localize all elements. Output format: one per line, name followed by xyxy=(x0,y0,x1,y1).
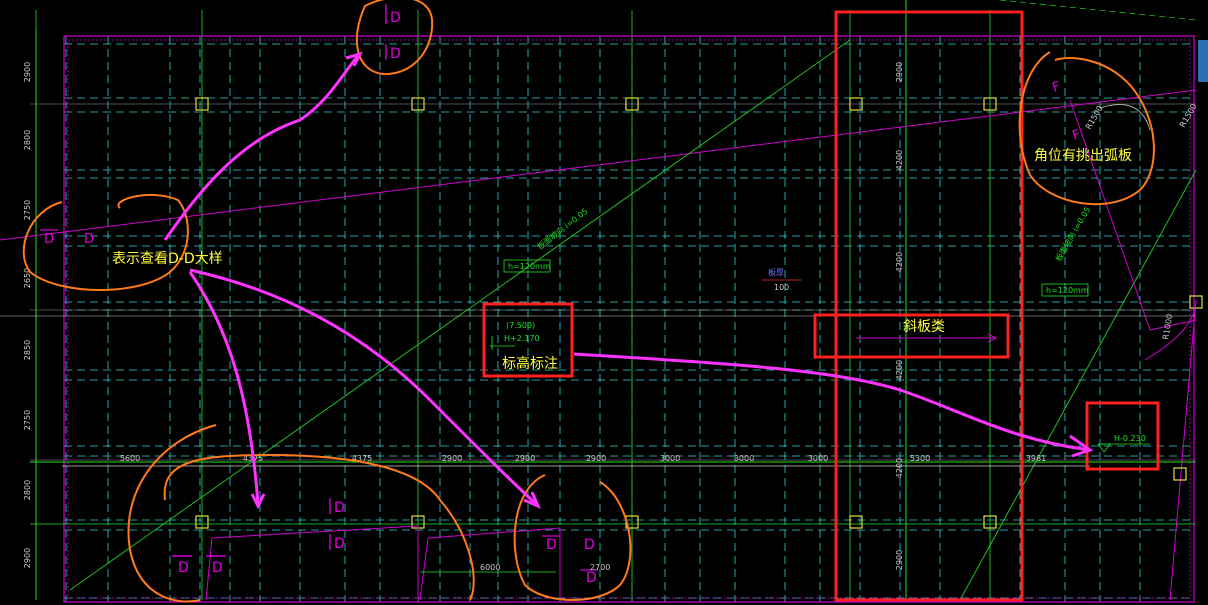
annotation-slope-slab: 斜板类 xyxy=(903,319,945,335)
section-mark: D xyxy=(44,232,54,247)
bottom-dimension-text: 3981 xyxy=(1026,454,1046,463)
elevation-line-2: H+2.170 xyxy=(504,334,540,343)
thickness-label: h=120mm xyxy=(508,262,551,271)
dim-bottom2: 6000 xyxy=(480,563,500,572)
corner-label: R1000 xyxy=(1161,313,1174,340)
corner-label: R1500 xyxy=(1178,102,1199,129)
arc-line xyxy=(1099,104,1151,131)
annotation-corner-arc: 角位有挑出弧板 xyxy=(1034,148,1132,164)
detail-outline xyxy=(205,525,419,601)
right-panel-strip xyxy=(1198,40,1208,82)
left-dimension-text: 2900 xyxy=(23,62,32,82)
board-thickness-value: 100 xyxy=(774,283,789,292)
section-mark: D xyxy=(390,46,401,62)
bottom-dimension-text: 2900 xyxy=(515,454,535,463)
slab-outline xyxy=(63,35,1195,603)
section-mark: D xyxy=(212,560,223,576)
bottom-dimension-text: 3000 xyxy=(808,454,828,463)
section-mark: D xyxy=(584,537,595,553)
magenta-arrow-up xyxy=(163,54,360,241)
green-axis-lines xyxy=(35,0,991,600)
section-mark: D xyxy=(178,560,189,576)
bottom-dimension-text: 2900 xyxy=(442,454,462,463)
h-value-text: H-0.230 xyxy=(1114,434,1146,443)
board-thickness-label: 板厚 xyxy=(768,267,784,277)
left-dimension-text: 2850 xyxy=(23,340,32,360)
diagonal-line-magenta-2 xyxy=(1169,299,1197,601)
left-dimension-text: 2650 xyxy=(23,268,32,288)
left-dimension-text: 2750 xyxy=(23,200,32,220)
section-mark-group: D D D D D D D D D D D xyxy=(40,4,598,586)
right-dimension-text: 4200 xyxy=(895,458,904,478)
magenta-arrow-right xyxy=(573,352,1091,452)
annotation-dd-detail: 表示查看D-D大样 xyxy=(112,251,223,267)
cad-drawing-canvas: 2900 2800 2750 2650 2850 2750 2800 2900 2900 420… xyxy=(0,0,1203,603)
dim-bottom2: 2700 xyxy=(590,563,610,572)
bottom-dimension-text: 2900 xyxy=(586,454,606,463)
bottom-dimension-text: 3000 xyxy=(734,454,754,463)
right-dimension-text: 4200 xyxy=(895,252,904,272)
corner-label: F xyxy=(1051,79,1063,96)
section-mark: D xyxy=(586,570,597,586)
right-dimension-text: 4200 xyxy=(895,150,904,170)
left-dimension-text: 2750 xyxy=(23,410,32,430)
left-dimension-labels: 2900 2800 2750 2650 2850 2750 2800 2900 xyxy=(23,62,32,568)
annotation-elevation-note: 标高标注 xyxy=(502,355,558,372)
section-mark: D xyxy=(390,10,401,26)
bottom-dimension-text: 5600 xyxy=(120,454,140,463)
right-dimension-text: 4200 xyxy=(895,360,904,380)
column-square xyxy=(1173,467,1187,481)
diagonal-line-green xyxy=(69,39,851,591)
section-mark: D xyxy=(334,536,345,552)
thickness-label-2: h=120mm xyxy=(1046,286,1089,295)
section-mark: D xyxy=(546,537,557,553)
right-dimension-text: 2900 xyxy=(895,550,904,570)
right-dimension-text: 2900 xyxy=(895,62,904,82)
slope-label-2: 板面坡向 i=0.05 xyxy=(1053,205,1092,263)
section-mark: D xyxy=(334,500,345,516)
diagonal-line-green-3 xyxy=(999,0,1197,21)
bottom-dimension-text: 3000 xyxy=(660,454,680,463)
left-dimension-text: 2800 xyxy=(23,480,32,500)
red-highlight-column xyxy=(834,10,1024,602)
left-dimension-text: 2900 xyxy=(23,548,32,568)
bottom-dimension-text: 5300 xyxy=(910,454,930,463)
left-dimension-text: 2800 xyxy=(23,130,32,150)
section-mark: D xyxy=(84,232,94,247)
slope-label: 板面坡向 i=0.05 xyxy=(535,206,589,252)
corner-label: R1500 xyxy=(1084,104,1105,131)
elevation-line-1: (7.500) xyxy=(506,321,535,330)
